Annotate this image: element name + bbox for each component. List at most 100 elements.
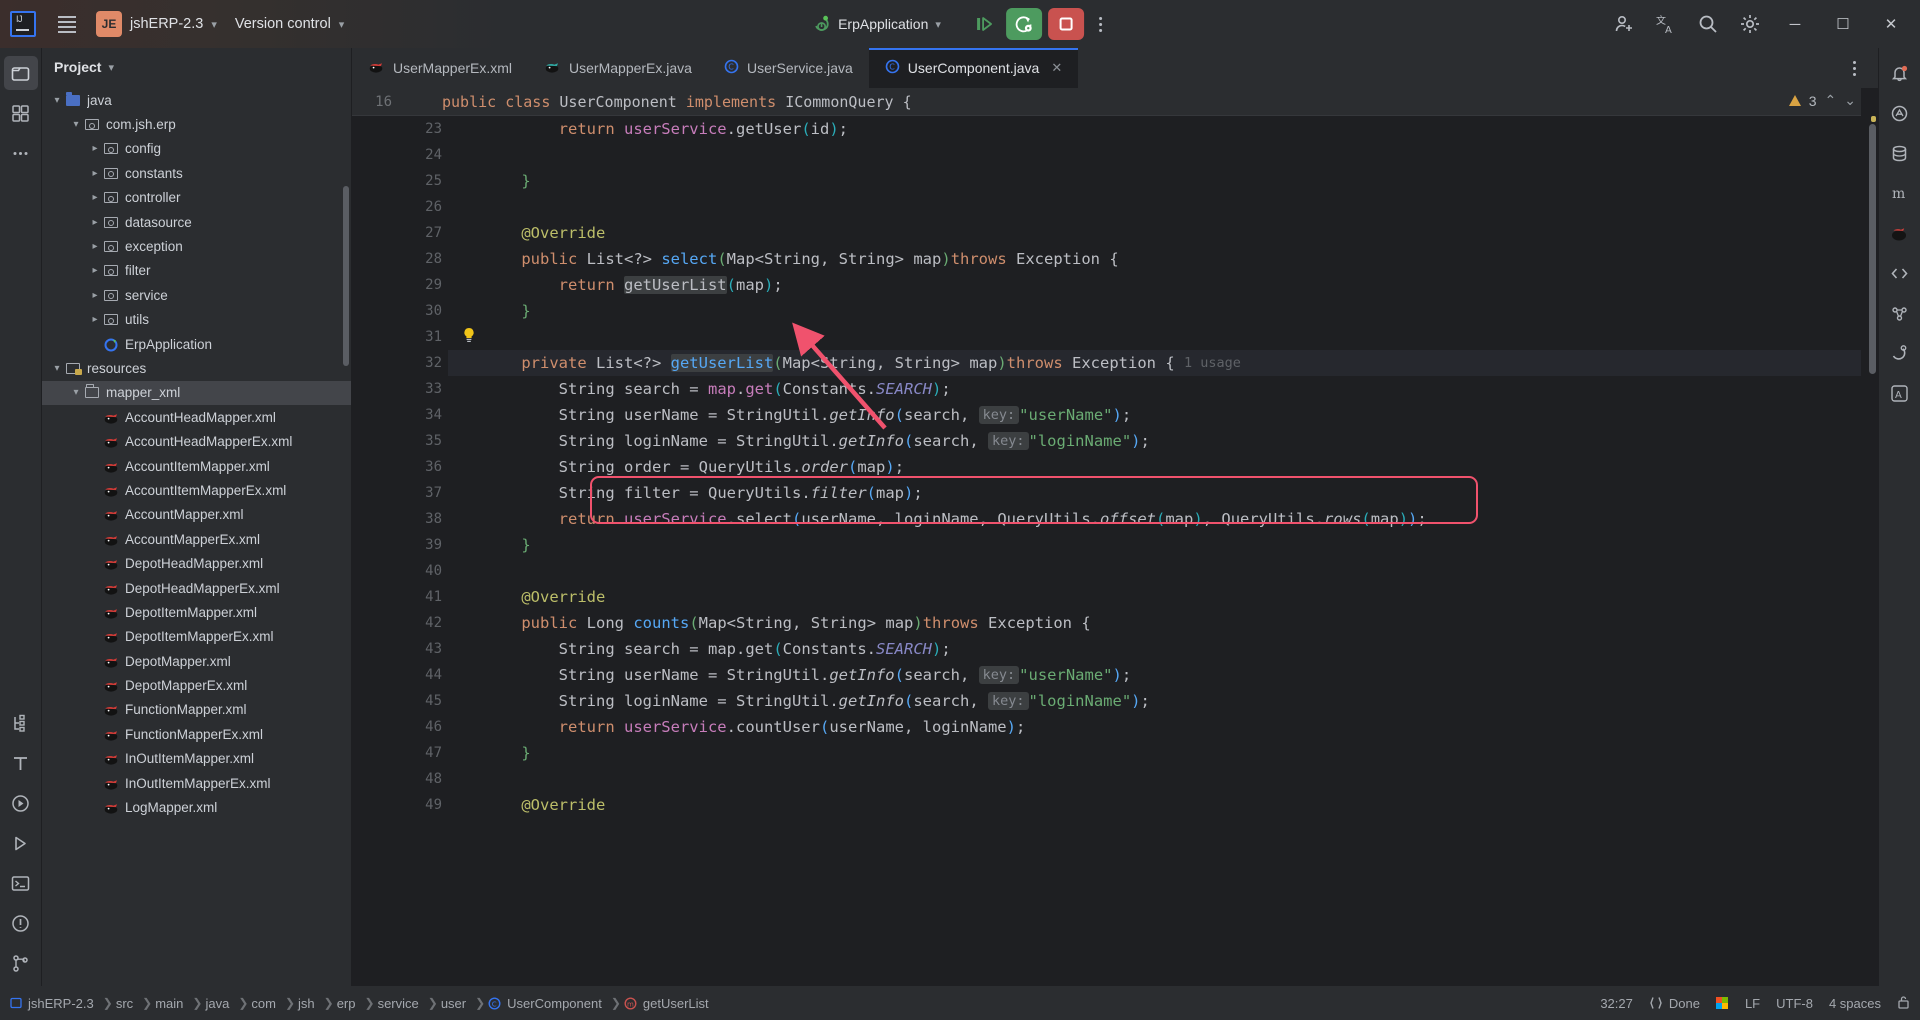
tree-item-inoutitemmapper-xml[interactable]: InOutItemMapper.xml [42, 747, 351, 771]
ai-assistant-icon[interactable] [1883, 96, 1917, 130]
stop-button[interactable] [1047, 8, 1084, 40]
tree-item-functionmapperex-xml[interactable]: FunctionMapperEx.xml [42, 722, 351, 746]
tree-right-arrow-icon[interactable]: ▸ [88, 192, 102, 203]
search-icon[interactable] [1688, 4, 1728, 44]
gutter-line-49[interactable]: 49 [352, 792, 448, 818]
next-problem-icon[interactable]: ⌄ [1844, 92, 1856, 109]
breadcrumb-item-service[interactable]: service [378, 996, 419, 1011]
code-line-42[interactable]: public Long counts(Map < String, String > m… [448, 610, 1861, 636]
caret-position[interactable]: 32:27 [1600, 996, 1633, 1011]
gutter-line-42[interactable]: 42I@ [352, 610, 482, 636]
code-line-29[interactable]: return getUserList(map); [448, 272, 1861, 298]
code-content[interactable]: return userService. getUser(id); } @Overr… [448, 88, 1861, 986]
editor-tab-usermapperex-xml[interactable]: UserMapperEx.xml [352, 48, 528, 88]
usage-count-inlay[interactable]: 1 usage [1184, 355, 1241, 371]
tree-right-arrow-icon[interactable]: ▸ [88, 217, 102, 228]
intellij-idea-logo-icon[interactable] [10, 11, 36, 37]
tree-item-mapper-xml[interactable]: ▾ mapper_xml [42, 380, 351, 406]
tree-item-depotmapper-xml[interactable]: DepotMapper.xml [42, 649, 351, 673]
version-control-label[interactable]: Version control [235, 16, 331, 32]
tree-item-accountitemmapperex-xml[interactable]: AccountItemMapperEx.xml [42, 478, 351, 502]
code-line-34[interactable]: String userName = StringUtil. getInfo(sea… [448, 402, 1861, 428]
hamburger-menu-icon[interactable] [50, 7, 84, 41]
settings-gear-icon[interactable] [1730, 4, 1770, 44]
previous-problem-icon[interactable]: ⌃ [1825, 92, 1837, 109]
gutter-line-36[interactable]: 36 [352, 454, 448, 480]
breadcrumb-item-erp[interactable]: erp [337, 996, 356, 1011]
maximize-button[interactable]: ☐ [1820, 0, 1866, 48]
code-line-36[interactable]: String order = QueryUtils. order(map); [448, 454, 1861, 480]
terminal-tool-window-icon[interactable] [4, 866, 38, 900]
tree-item-filter[interactable]: ▸ filter [42, 259, 351, 283]
close-button[interactable]: ✕ [1868, 0, 1914, 48]
gutter-line-27[interactable]: 27 [352, 220, 448, 246]
minimize-button[interactable]: ─ [1772, 0, 1818, 48]
tree-item-accountmapper-xml[interactable]: AccountMapper.xml [42, 503, 351, 527]
code-line-46[interactable]: return userService. countUser(userName, l… [448, 714, 1861, 740]
tree-item-utils[interactable]: ▸ utils [42, 308, 351, 332]
problems-tool-window-icon[interactable] [4, 906, 38, 940]
tree-item-service[interactable]: ▸ service [42, 283, 351, 307]
tree-right-arrow-icon[interactable]: ▸ [88, 265, 102, 276]
run-tool-window-icon[interactable] [4, 786, 38, 820]
gutter-line-43[interactable]: 43 [352, 636, 448, 662]
mybatis-icon[interactable] [1883, 216, 1917, 250]
tree-item-accountmapperex-xml[interactable]: AccountMapperEx.xml [42, 527, 351, 551]
tree-item-depotheadmapper-xml[interactable]: DepotHeadMapper.xml [42, 551, 351, 575]
breadcrumb-item-jsherp-2-3[interactable]: jshERP-2.3 [10, 996, 94, 1011]
code-line-26[interactable] [448, 194, 1861, 220]
inspection-widget[interactable]: 3 ⌃ ⌄ [1788, 92, 1856, 109]
version-control-tool-window-icon[interactable] [4, 946, 38, 980]
code-line-47[interactable]: } [448, 740, 1861, 766]
code-line-41[interactable]: @Override [448, 584, 1861, 610]
tree-item-config[interactable]: ▸ config [42, 137, 351, 161]
breadcrumb-item-com[interactable]: com [251, 996, 276, 1011]
project-chevron-down-icon[interactable]: ▾ [211, 18, 217, 31]
database-icon[interactable] [1883, 136, 1917, 170]
structure-tool-window-icon[interactable] [4, 706, 38, 740]
code-line-24[interactable] [448, 142, 1861, 168]
tree-item-java[interactable]: ▾ java [42, 88, 351, 112]
breadcrumb-item-getuserlist[interactable]: m getUserList [624, 996, 709, 1011]
more-actions-icon[interactable] [1087, 16, 1115, 32]
tree-down-arrow-icon[interactable]: ▾ [69, 119, 83, 130]
gutter-line-34[interactable]: 34 [352, 402, 448, 428]
gutter-line-39[interactable]: 39 [352, 532, 448, 558]
tree-right-arrow-icon[interactable]: ▸ [88, 314, 102, 325]
gutter-line-23[interactable]: 23 [352, 116, 448, 142]
tree-right-arrow-icon[interactable]: ▸ [88, 168, 102, 179]
code-line-35[interactable]: String loginName = StringUtil. getInfo(se… [448, 428, 1861, 454]
tree-item-constants[interactable]: ▸ constants [42, 161, 351, 185]
tree-item-inoutitemmapperex-xml[interactable]: InOutItemMapperEx.xml [42, 771, 351, 795]
add-user-icon[interactable] [1604, 4, 1644, 44]
translation-panel-icon[interactable]: A [1883, 376, 1917, 410]
tree-right-arrow-icon[interactable]: ▸ [88, 290, 102, 301]
gutter-line-26[interactable]: 26 [352, 194, 448, 220]
code-line-25[interactable]: } [448, 168, 1861, 194]
read-write-lock-icon[interactable] [1897, 995, 1910, 1012]
code-line-39[interactable]: } [448, 532, 1861, 558]
gutter-line-30[interactable]: 30 [352, 298, 448, 324]
code-with-me-icon[interactable] [1883, 256, 1917, 290]
gutter-line-29[interactable]: 29 [352, 272, 448, 298]
editor-tab-userservice-java[interactable]: C UserService.java [708, 48, 869, 88]
gutter-line-44[interactable]: 44 [352, 662, 448, 688]
intention-bulb-icon[interactable] [462, 327, 476, 347]
gutter-line-48[interactable]: 48 [352, 766, 448, 792]
gutter-line-40[interactable]: 40 [352, 558, 448, 584]
tree-item-erpapplication[interactable]: ErpApplication [42, 332, 351, 356]
gutter-line-47[interactable]: 47 [352, 740, 448, 766]
tree-item-datasource[interactable]: ▸ datasource [42, 210, 351, 234]
breadcrumb-item-jsh[interactable]: jsh [298, 996, 315, 1011]
tree-down-arrow-icon[interactable]: ▾ [50, 363, 64, 374]
windows-icon[interactable] [1715, 996, 1729, 1010]
tree-right-arrow-icon[interactable]: ▸ [88, 241, 102, 252]
tree-item-depotitemmapperex-xml[interactable]: DepotItemMapperEx.xml [42, 625, 351, 649]
project-view-chevron-down-icon[interactable]: ▾ [108, 61, 114, 74]
line-separator[interactable]: LF [1745, 996, 1760, 1011]
tree-item-accountheadmapper-xml[interactable]: AccountHeadMapper.xml [42, 405, 351, 429]
gutter-line-37[interactable]: 37 [352, 480, 448, 506]
run-configuration-selector[interactable]: ErpApplication ▾ [805, 12, 967, 36]
code-line-33[interactable]: String search = map. get(Constants. SEARCH… [448, 376, 1861, 402]
tree-item-resources[interactable]: ▾ resources [42, 356, 351, 380]
